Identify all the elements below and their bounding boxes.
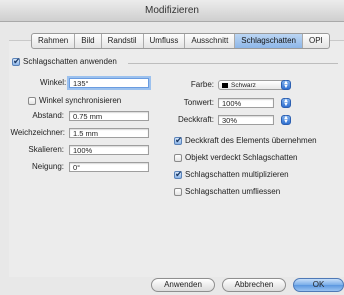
tonwert-stepper[interactable]: ▲ ▼: [281, 98, 291, 108]
farbe-value: Schwarz: [231, 82, 256, 89]
ok-button[interactable]: OK: [293, 278, 344, 292]
option-multiplizieren-checkbox[interactable]: [174, 169, 183, 180]
cancel-button[interactable]: Abbrechen: [222, 278, 286, 292]
apply-shadow-checkbox[interactable]: [12, 56, 21, 67]
dialog-content: Rahmen Bild Randstil Umfluss Ausschnitt …: [0, 22, 344, 295]
abstand-label: Abstand:: [32, 111, 64, 120]
skalieren-label: Skalieren:: [28, 145, 64, 154]
option-deckkraft-checkbox[interactable]: [174, 135, 183, 146]
option-umfliessen-label: Schlagschatten umfliessen: [185, 187, 281, 196]
tab-schlagschatten[interactable]: Schlagschatten: [235, 34, 303, 48]
tab-opi[interactable]: OPI: [303, 34, 329, 48]
option-umfliessen-checkbox[interactable]: [174, 188, 182, 196]
farbe-label: Farbe:: [190, 80, 214, 89]
tab-umfluss[interactable]: Umfluss: [144, 34, 186, 48]
group-divider: [128, 63, 338, 64]
sync-angle-label: Winkel synchronisieren: [39, 96, 122, 105]
abstand-field[interactable]: 0.75 mm: [69, 111, 149, 121]
deckkraft-label: Deckkraft:: [177, 115, 214, 124]
deckkraft-stepper[interactable]: ▲ ▼: [281, 115, 291, 125]
apply-button[interactable]: Anwenden: [151, 278, 215, 292]
option-verdeckt-label: Objekt verdeckt Schlagschatten: [185, 153, 298, 162]
winkel-label: Winkel:: [40, 78, 67, 87]
neigung-field[interactable]: 0°: [69, 162, 149, 172]
tab-ausschnitt[interactable]: Ausschnitt: [185, 34, 236, 48]
tonwert-field[interactable]: 100%: [218, 98, 274, 108]
option-multiplizieren-label: Schlagschatten multiplizieren: [185, 170, 289, 179]
tab-rahmen[interactable]: Rahmen: [32, 34, 76, 48]
tab-randstil[interactable]: Randstil: [102, 34, 144, 48]
farbe-popup-arrows-icon[interactable]: ▲ ▼: [281, 80, 291, 90]
apply-shadow-label: Schlagschatten anwenden: [23, 57, 117, 66]
tab-bild[interactable]: Bild: [75, 34, 102, 48]
tonwert-label: Tonwert:: [183, 98, 214, 107]
neigung-label: Neigung:: [31, 162, 64, 171]
option-verdeckt-checkbox[interactable]: [174, 154, 182, 162]
option-deckkraft-label: Deckkraft des Elements übernehmen: [185, 136, 317, 145]
weichzeichner-label: Weichzeichner:: [10, 128, 65, 137]
window-title: Modifizieren: [0, 0, 344, 22]
skalieren-field[interactable]: 100%: [69, 145, 149, 155]
tab-bar: Rahmen Bild Randstil Umfluss Ausschnitt …: [31, 33, 330, 49]
deckkraft-field[interactable]: 30%: [218, 115, 274, 125]
weichzeichner-field[interactable]: 1.5 mm: [69, 128, 149, 138]
color-swatch: [222, 82, 228, 88]
farbe-popup[interactable]: Schwarz: [218, 80, 290, 90]
winkel-field[interactable]: 135°: [69, 78, 149, 88]
sync-angle-checkbox[interactable]: [28, 97, 36, 105]
